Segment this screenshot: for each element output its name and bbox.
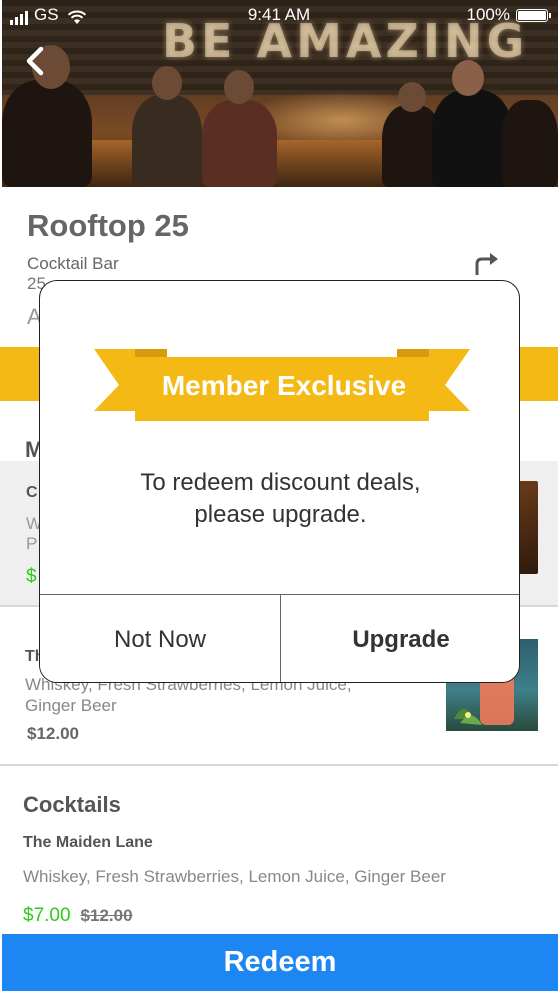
hero-person xyxy=(132,95,202,187)
ribbon-label: Member Exclusive xyxy=(161,370,407,401)
not-now-button[interactable]: Not Now xyxy=(40,595,280,682)
divider xyxy=(0,764,558,766)
venue-type: Cocktail Bar xyxy=(27,254,119,273)
turn-right-arrow-icon[interactable] xyxy=(472,251,500,277)
deal-item-description: P xyxy=(26,534,38,553)
cocktails-section-title: Cocktails xyxy=(23,792,121,817)
menu-item-name: The Maiden Lane xyxy=(23,834,153,851)
hero-person xyxy=(502,100,558,187)
original-price: $12.00 xyxy=(80,906,133,925)
chevron-left-icon[interactable] xyxy=(22,44,50,78)
modal-message-line: To redeem discount deals, xyxy=(140,469,421,496)
modal-actions: Not Now Upgrade xyxy=(40,594,519,682)
hero-person xyxy=(202,100,277,187)
hero-person xyxy=(2,80,92,187)
battery-percentage: 100% xyxy=(466,5,510,24)
deal-item-name: C xyxy=(26,484,38,501)
venue-name: Rooftop 25 xyxy=(27,208,189,243)
modal-message-line: please upgrade. xyxy=(194,501,367,528)
deal-price: $7.00 xyxy=(23,905,71,926)
hero-person-head xyxy=(452,60,484,96)
status-bar: GS 9:41 AM 100% xyxy=(0,0,558,30)
battery-indicator: 100% xyxy=(466,5,551,25)
redeem-button[interactable]: Redeem xyxy=(2,934,558,991)
price-row: $7.00 $12.00 xyxy=(23,905,133,927)
hero-person-head xyxy=(398,82,426,112)
hero-person-head xyxy=(224,70,254,104)
hero-person xyxy=(432,90,512,187)
hero-person-head xyxy=(152,66,182,100)
upgrade-modal: Member Exclusive To redeem discount deal… xyxy=(39,280,520,683)
deal-item-price: $ xyxy=(26,566,37,587)
menu-item-description: Whiskey, Fresh Strawberries, Lemon Juice… xyxy=(23,867,446,886)
modal-message: To redeem discount deals, please upgrade… xyxy=(40,467,519,531)
menu-item-price: $12.00 xyxy=(27,724,79,743)
battery-icon xyxy=(516,8,551,22)
upgrade-button[interactable]: Upgrade xyxy=(280,595,519,682)
